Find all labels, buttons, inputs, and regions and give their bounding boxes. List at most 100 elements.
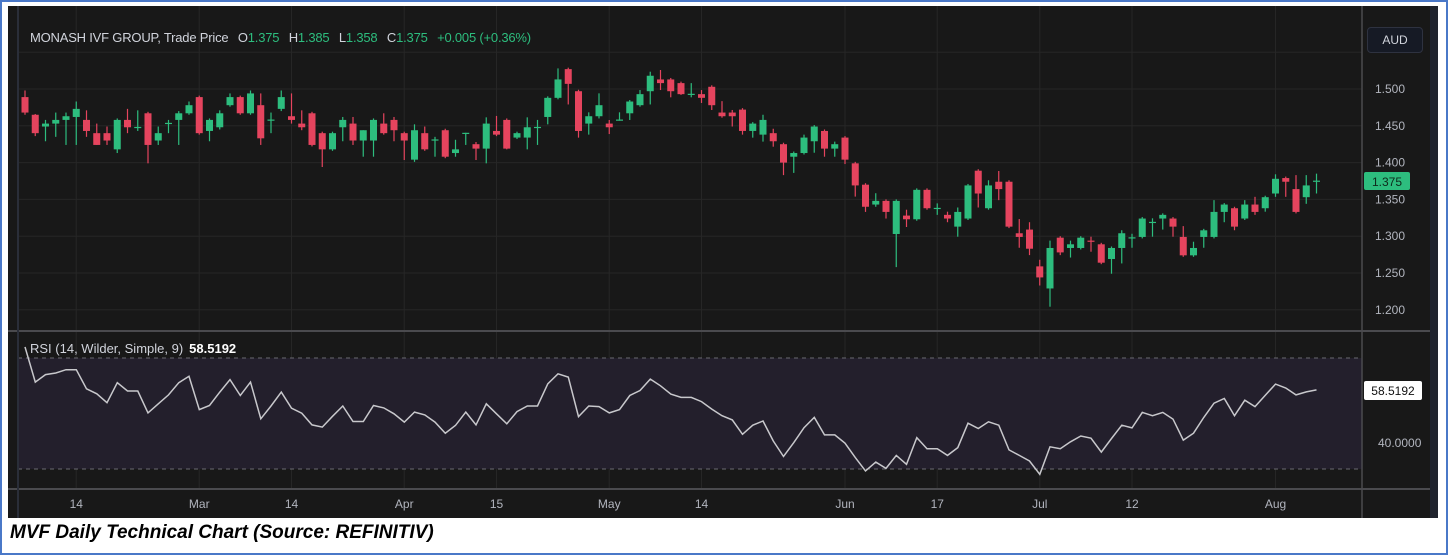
open-label: O — [237, 30, 248, 45]
candle-body — [1015, 233, 1023, 237]
candle-body — [933, 207, 941, 210]
candle — [1056, 236, 1064, 256]
candle — [575, 89, 582, 138]
time-tick-label: 14 — [70, 497, 84, 511]
candle-body — [954, 211, 962, 227]
candle-body — [882, 200, 890, 212]
candle-body — [544, 97, 552, 117]
price-tick-label: 1.250 — [1375, 266, 1405, 280]
candle-body — [83, 119, 90, 131]
candle-body — [216, 113, 224, 128]
time-tick-label: 12 — [1125, 497, 1139, 511]
candle-body — [1169, 218, 1177, 227]
candle-body — [185, 105, 193, 114]
candle-body — [62, 116, 70, 120]
time-tick-label: 17 — [931, 497, 945, 511]
candle-body — [872, 200, 880, 205]
candle-body — [93, 133, 101, 145]
candle-body — [513, 133, 521, 138]
candle — [308, 111, 316, 147]
last-price-text: 1.375 — [1372, 175, 1402, 189]
candle-body — [113, 119, 121, 150]
candle-body — [1087, 240, 1095, 242]
candle-body — [1241, 204, 1249, 219]
candle-body — [1251, 204, 1259, 212]
candle-body — [1097, 244, 1105, 263]
candle-body — [841, 137, 849, 160]
candle — [31, 114, 39, 137]
candle-body — [247, 93, 254, 114]
candle-body — [790, 153, 798, 157]
candle-body — [267, 119, 275, 121]
candle-body — [318, 133, 326, 150]
candle-body — [236, 97, 244, 114]
candle-body — [575, 91, 582, 131]
candle-body — [1302, 185, 1310, 198]
candle-body — [646, 75, 654, 92]
candle-body — [175, 113, 183, 120]
candle — [247, 90, 254, 115]
candle-body — [964, 185, 972, 219]
candle-body — [667, 79, 675, 92]
candle-body — [862, 184, 869, 207]
candle-body — [595, 105, 603, 117]
candle-body — [636, 94, 644, 106]
price-tick-label: 1.450 — [1375, 119, 1405, 133]
candle-body — [564, 69, 572, 84]
candle-body — [718, 112, 726, 117]
candle — [923, 188, 931, 210]
price-tick-label: 1.400 — [1375, 156, 1405, 170]
price-tick-label: 1.350 — [1375, 192, 1405, 206]
candle-body — [390, 119, 398, 131]
change-value: +0.005 (+0.36%) — [437, 30, 531, 45]
rsi-legend-value: 58.5192 — [189, 341, 237, 356]
candle-body — [421, 133, 429, 150]
rsi-tick-label: 40.0000 — [1378, 436, 1422, 450]
candle-body — [441, 130, 449, 157]
candle-body — [1149, 221, 1156, 224]
candle-body — [831, 144, 839, 149]
chart-canvas[interactable]: 1.500 1.450 1.400 1.350 1.300 1.250 1.200 14 Ma… — [0, 0, 1448, 555]
candle-body — [1128, 237, 1136, 239]
currency-button[interactable]: AUD — [1367, 27, 1423, 53]
candle-body — [534, 126, 541, 129]
high-label: H — [288, 30, 298, 45]
candle-body — [892, 200, 900, 234]
candle-body — [277, 97, 285, 109]
candle-body — [1077, 237, 1085, 248]
candle-body — [349, 123, 357, 141]
candle-body — [749, 123, 757, 131]
candle-body — [370, 119, 377, 141]
candle-body — [257, 105, 265, 139]
candle-body — [657, 79, 664, 84]
candle-body — [52, 119, 60, 124]
candle-body — [913, 189, 921, 220]
symbol-title[interactable]: MONASH IVF GROUP, Trade Price — [30, 30, 229, 45]
price-tick-label: 1.500 — [1375, 82, 1405, 96]
candle-body — [452, 149, 459, 154]
candle-body — [1046, 247, 1054, 289]
candle-body — [1261, 197, 1269, 209]
time-tick-label: May — [598, 497, 621, 511]
candle-body — [493, 130, 500, 135]
candle-body — [769, 133, 777, 142]
candle-body — [851, 163, 859, 186]
time-tick-label: Jul — [1032, 497, 1047, 511]
candle — [329, 131, 336, 151]
rsi-value-text: 58.5192 — [1371, 384, 1415, 398]
candle-body — [1159, 214, 1167, 219]
candle-body — [1056, 237, 1064, 253]
rsi-title[interactable]: RSI (14, Wilder, Simple, 9) — [30, 341, 183, 356]
candle-body — [1292, 189, 1300, 212]
candle-body — [308, 113, 316, 145]
candle-body — [739, 109, 746, 131]
candle-body — [800, 137, 808, 154]
candle-body — [359, 130, 367, 141]
candle-body — [431, 139, 439, 141]
candle — [1138, 217, 1146, 239]
right-toolbar-strip — [1430, 6, 1438, 518]
candle-body — [226, 97, 234, 106]
candle-body — [1108, 247, 1115, 260]
candle-body — [616, 119, 623, 121]
close-label: C — [386, 30, 397, 45]
